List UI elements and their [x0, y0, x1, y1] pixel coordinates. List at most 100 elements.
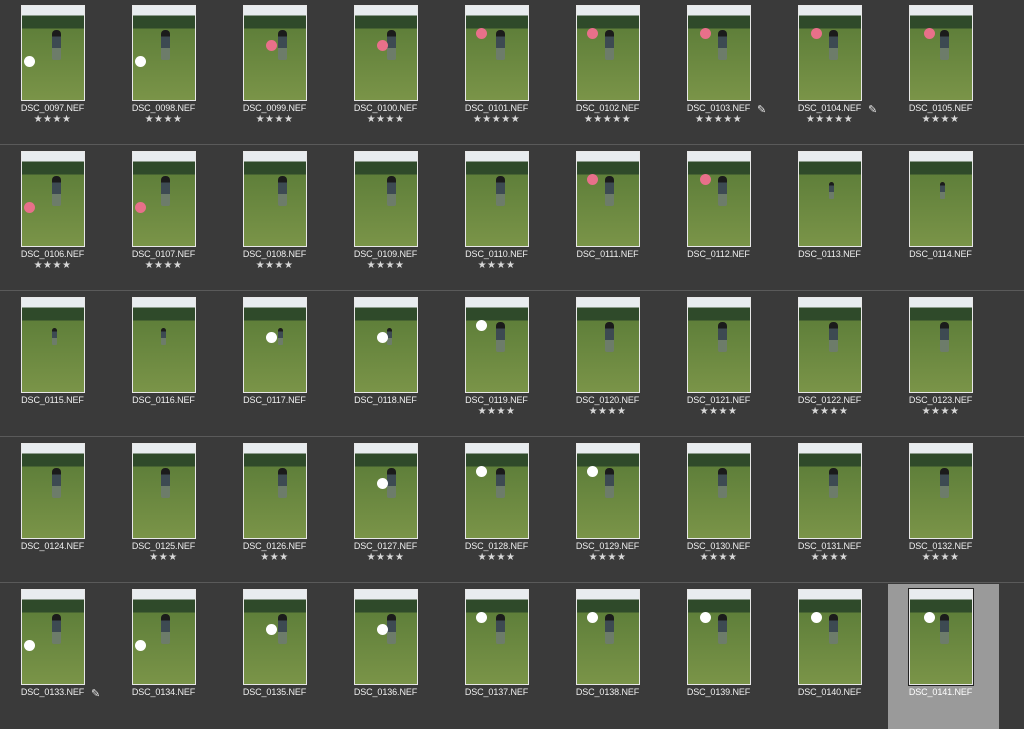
thumbnail-cell[interactable]: DSC_0100.NEF ★★★★ — [333, 0, 444, 145]
photo-thumbnail[interactable] — [243, 5, 307, 101]
photo-thumbnail[interactable] — [908, 588, 974, 686]
star-rating[interactable]: ★★★★ — [444, 406, 549, 417]
thumbnail-cell[interactable]: DSC_0113.NEF — [777, 146, 888, 291]
star-rating[interactable]: ★★★★ — [222, 114, 327, 125]
star-rating[interactable]: ★★★ — [222, 552, 327, 563]
thumbnail-cell[interactable]: DSC_0126.NEF ★★★ — [222, 438, 333, 583]
photo-thumbnail[interactable] — [354, 151, 418, 247]
thumbnail-cell[interactable]: DSC_0130.NEF ★★★★ — [666, 438, 777, 583]
star-rating[interactable]: ★★★★★ — [444, 114, 549, 125]
photo-thumbnail[interactable] — [798, 443, 862, 539]
photo-thumbnail[interactable] — [132, 443, 196, 539]
star-rating[interactable]: ★★★★ — [111, 114, 216, 125]
photo-thumbnail[interactable] — [132, 151, 196, 247]
thumbnail-cell[interactable]: DSC_0099.NEF ★★★★ — [222, 0, 333, 145]
star-rating[interactable]: ★★★★ — [777, 552, 882, 563]
star-rating[interactable]: ★★★★ — [666, 406, 771, 417]
star-rating[interactable]: ★★★★ — [666, 552, 771, 563]
photo-thumbnail[interactable] — [354, 5, 418, 101]
photo-thumbnail[interactable] — [687, 589, 751, 685]
photo-thumbnail[interactable] — [243, 589, 307, 685]
star-rating[interactable]: ★★★ — [111, 552, 216, 563]
photo-thumbnail[interactable] — [798, 297, 862, 393]
thumbnail-cell[interactable]: DSC_0120.NEF ★★★★ — [555, 292, 666, 437]
star-rating[interactable]: ★★★★ — [888, 406, 993, 417]
thumbnail-cell[interactable]: DSC_0125.NEF ★★★ — [111, 438, 222, 583]
thumbnail-cell[interactable]: DSC_0104.NEF ★★★★★ ✎ — [777, 0, 888, 145]
thumbnail-cell[interactable]: DSC_0112.NEF — [666, 146, 777, 291]
star-rating[interactable]: ★★★★ — [0, 114, 105, 125]
star-rating[interactable]: ★★★★ — [555, 406, 660, 417]
photo-thumbnail[interactable] — [909, 5, 973, 101]
photo-thumbnail[interactable] — [132, 297, 196, 393]
thumbnail-cell[interactable]: DSC_0101.NEF ★★★★★ — [444, 0, 555, 145]
thumbnail-cell[interactable]: DSC_0121.NEF ★★★★ — [666, 292, 777, 437]
thumbnail-cell[interactable]: DSC_0114.NEF — [888, 146, 999, 291]
thumbnail-cell[interactable]: DSC_0133.NEF ✎ — [0, 584, 111, 729]
star-rating[interactable]: ★★★★ — [888, 114, 993, 125]
thumbnail-cell[interactable]: DSC_0131.NEF ★★★★ — [777, 438, 888, 583]
photo-thumbnail[interactable] — [687, 5, 751, 101]
star-rating[interactable]: ★★★★ — [333, 552, 438, 563]
photo-thumbnail[interactable] — [465, 589, 529, 685]
thumbnail-cell[interactable]: DSC_0097.NEF ★★★★ — [0, 0, 111, 145]
star-rating[interactable]: ★★★★ — [333, 114, 438, 125]
photo-thumbnail[interactable] — [687, 151, 751, 247]
thumbnail-cell[interactable]: DSC_0134.NEF — [111, 584, 222, 729]
thumbnail-cell[interactable]: DSC_0110.NEF ★★★★ — [444, 146, 555, 291]
thumbnail-cell[interactable]: DSC_0102.NEF ★★★★★ — [555, 0, 666, 145]
thumbnail-cell[interactable]: DSC_0141.NEF — [888, 584, 999, 729]
photo-thumbnail[interactable] — [687, 297, 751, 393]
photo-thumbnail[interactable] — [576, 151, 640, 247]
photo-thumbnail[interactable] — [21, 297, 85, 393]
photo-thumbnail[interactable] — [909, 151, 973, 247]
photo-thumbnail[interactable] — [465, 151, 529, 247]
thumbnail-cell[interactable]: DSC_0139.NEF — [666, 584, 777, 729]
photo-thumbnail[interactable] — [687, 443, 751, 539]
photo-thumbnail[interactable] — [21, 151, 85, 247]
photo-thumbnail[interactable] — [354, 443, 418, 539]
thumbnail-cell[interactable]: DSC_0122.NEF ★★★★ — [777, 292, 888, 437]
star-rating[interactable]: ★★★★ — [555, 552, 660, 563]
thumbnail-cell[interactable]: DSC_0116.NEF — [111, 292, 222, 437]
thumbnail-cell[interactable]: DSC_0138.NEF — [555, 584, 666, 729]
thumbnail-cell[interactable]: DSC_0128.NEF ★★★★ — [444, 438, 555, 583]
thumbnail-cell[interactable]: DSC_0111.NEF — [555, 146, 666, 291]
thumbnail-cell[interactable]: DSC_0118.NEF — [333, 292, 444, 437]
photo-thumbnail[interactable] — [465, 5, 529, 101]
photo-thumbnail[interactable] — [354, 589, 418, 685]
photo-thumbnail[interactable] — [465, 443, 529, 539]
photo-thumbnail[interactable] — [243, 151, 307, 247]
thumbnail-cell[interactable]: DSC_0135.NEF — [222, 584, 333, 729]
star-rating[interactable]: ★★★★★ — [777, 114, 882, 125]
star-rating[interactable]: ★★★★ — [888, 552, 993, 563]
thumbnail-cell[interactable]: DSC_0107.NEF ★★★★ — [111, 146, 222, 291]
photo-thumbnail[interactable] — [465, 297, 529, 393]
thumbnail-cell[interactable]: DSC_0098.NEF ★★★★ — [111, 0, 222, 145]
thumbnail-cell[interactable]: DSC_0124.NEF — [0, 438, 111, 583]
photo-thumbnail[interactable] — [798, 5, 862, 101]
star-rating[interactable]: ★★★★ — [222, 260, 327, 271]
thumbnail-cell[interactable]: DSC_0132.NEF ★★★★ — [888, 438, 999, 583]
star-rating[interactable]: ★★★★★ — [555, 114, 660, 125]
thumbnail-cell[interactable]: DSC_0119.NEF ★★★★ — [444, 292, 555, 437]
star-rating[interactable]: ★★★★ — [444, 260, 549, 271]
photo-thumbnail[interactable] — [243, 443, 307, 539]
photo-thumbnail[interactable] — [909, 443, 973, 539]
thumbnail-cell[interactable]: DSC_0115.NEF — [0, 292, 111, 437]
photo-thumbnail[interactable] — [21, 589, 85, 685]
photo-thumbnail[interactable] — [132, 589, 196, 685]
photo-thumbnail[interactable] — [21, 5, 85, 101]
thumbnail-cell[interactable]: DSC_0106.NEF ★★★★ — [0, 146, 111, 291]
thumbnail-cell[interactable]: DSC_0129.NEF ★★★★ — [555, 438, 666, 583]
photo-thumbnail[interactable] — [798, 151, 862, 247]
photo-thumbnail[interactable] — [576, 589, 640, 685]
thumbnail-cell[interactable]: DSC_0103.NEF ★★★★★ ✎ — [666, 0, 777, 145]
star-rating[interactable]: ★★★★ — [444, 552, 549, 563]
photo-thumbnail[interactable] — [798, 589, 862, 685]
thumbnail-cell[interactable]: DSC_0137.NEF — [444, 584, 555, 729]
thumbnail-cell[interactable]: DSC_0109.NEF ★★★★ — [333, 146, 444, 291]
star-rating[interactable]: ★★★★★ — [666, 114, 771, 125]
thumbnail-cell[interactable]: DSC_0108.NEF ★★★★ — [222, 146, 333, 291]
thumbnail-cell[interactable]: DSC_0136.NEF — [333, 584, 444, 729]
